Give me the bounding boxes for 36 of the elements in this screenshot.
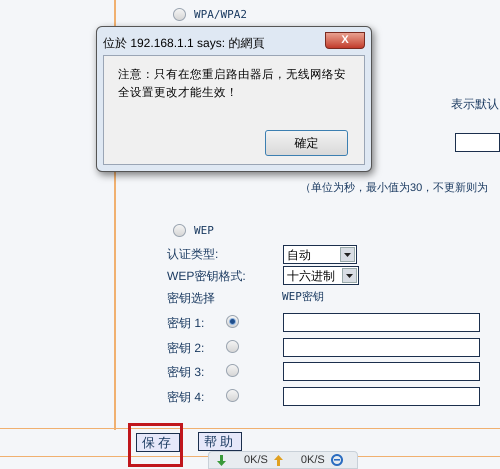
dropdown-caret-icon	[342, 268, 357, 283]
dialog-title: 位於 192.168.1.1 says: 的網頁	[103, 35, 264, 52]
radio-button[interactable]	[226, 389, 239, 402]
download-arrow-icon	[217, 454, 226, 466]
dropdown-caret-icon	[340, 247, 355, 262]
key-input-field[interactable]	[283, 313, 480, 332]
upload-speed: 0K/S	[300, 452, 325, 468]
button[interactable]: 保存	[136, 433, 180, 452]
key-label: 密钥 1:	[167, 315, 204, 332]
download-speed: 0K/S	[244, 452, 268, 468]
upload-arrow-icon	[274, 454, 283, 466]
key-label: 密钥 4:	[167, 389, 204, 406]
ok-button[interactable]: 確定	[265, 130, 348, 156]
key-input-field[interactable]	[283, 387, 480, 406]
radio-button[interactable]	[226, 340, 239, 353]
key-label: 密钥 3:	[167, 364, 204, 382]
column-heading: 密钥选择	[167, 290, 215, 307]
radio-button[interactable]	[173, 8, 186, 21]
key-label: 密钥 2:	[167, 340, 204, 357]
hint-text: 表示默认	[451, 96, 499, 113]
column-heading: WEP密钥	[282, 289, 324, 305]
key-input-field[interactable]	[283, 338, 480, 357]
mode-label: WPA/WPA2	[194, 7, 247, 23]
radio-button[interactable]	[226, 364, 239, 378]
input-field[interactable]	[455, 133, 500, 152]
radio-button[interactable]	[226, 315, 239, 328]
dropdown[interactable]: 自动	[283, 245, 357, 264]
key-input-field[interactable]	[283, 362, 480, 382]
field-label: 认证类型:	[167, 246, 218, 263]
note-text: （单位为秒，最小值为30，不更新则为	[300, 180, 488, 196]
dialog-message: 注意：只有在您重启路由器后，无线网络安全设置更改才能生效！	[118, 67, 347, 101]
dropdown[interactable]: 十六进制	[283, 266, 359, 285]
button[interactable]: 帮助	[198, 432, 242, 451]
mode-label: WEP	[194, 223, 214, 239]
field-label: WEP密钥格式:	[167, 268, 246, 285]
radio-button[interactable]	[173, 224, 186, 237]
